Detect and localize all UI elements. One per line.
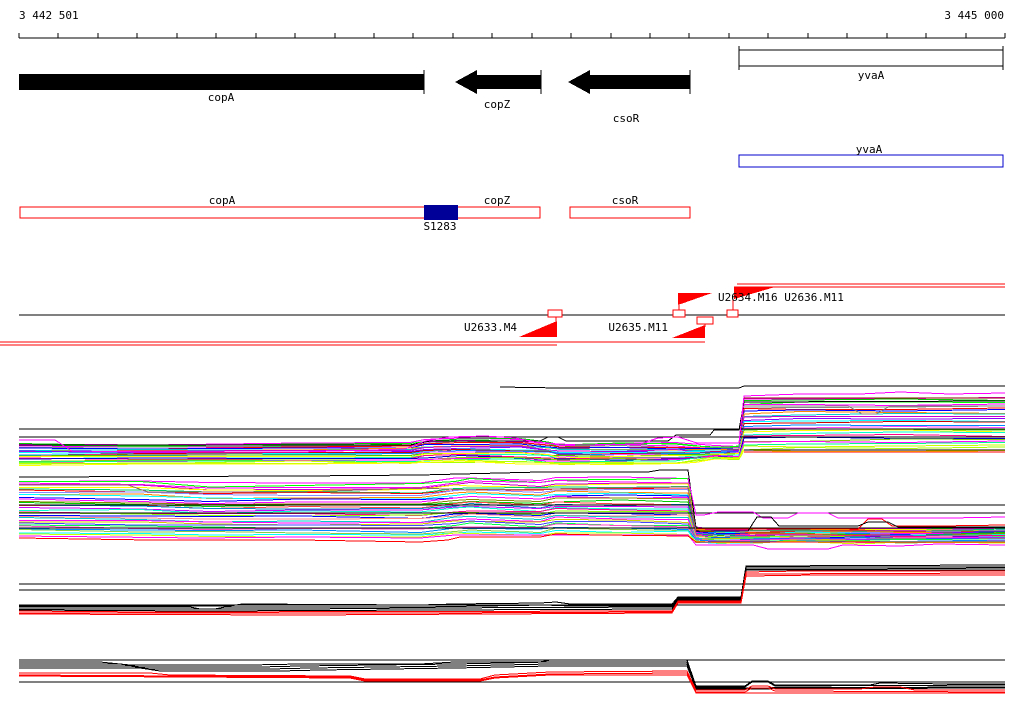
gene-copZ-arrowhead[interactable]: [455, 70, 477, 94]
expression-panel-4: [18, 659, 1006, 694]
shift-label-U2634-M16-U2636-M11: U2634.M16 U2636.M11: [718, 291, 844, 304]
expression-profile-line: [18, 674, 1005, 694]
U2634.M16-box[interactable]: [672, 309, 686, 318]
shift-label-U2633-M4: U2633.M4: [464, 321, 517, 334]
gene-csoR[interactable]: [590, 75, 690, 89]
gene-copZ[interactable]: [477, 75, 541, 89]
U2633.M4-box[interactable]: [547, 309, 563, 318]
U2636.M11-box[interactable]: [726, 309, 739, 318]
srna-S1283[interactable]: [424, 205, 458, 220]
gene-yvaA[interactable]: [738, 49, 1004, 67]
U2634.M16-wedge[interactable]: [678, 293, 712, 305]
ruler-start-coordinate: 3 442 501: [19, 9, 79, 22]
browser-canvas: [0, 33, 1006, 694]
gene-label-copZ: copZ: [483, 98, 511, 111]
gene-csoR-arrowhead[interactable]: [568, 70, 590, 94]
expression-profile-line: [499, 385, 1005, 389]
srna-label-S1283: S1283: [423, 220, 457, 233]
tu-label-copA: copA: [208, 194, 236, 207]
tu-label-csoR: csoR: [611, 194, 639, 207]
tu-copA-copZ[interactable]: [19, 206, 541, 219]
expression-profile-line: [18, 469, 1005, 529]
ruler-track: [18, 33, 1006, 39]
shift-label-U2635-M11: U2635.M11: [608, 321, 668, 334]
tu-csoR[interactable]: [569, 206, 691, 219]
gene-track: [19, 46, 1004, 94]
U2635.M11-box[interactable]: [696, 316, 714, 325]
shift-track: [0, 283, 1005, 346]
gene-label-csoR: csoR: [612, 112, 640, 125]
gene-label-copA: copA: [207, 91, 235, 104]
annotation-label-yvaA: yvaA: [855, 143, 883, 156]
annotation-yvaA[interactable]: [738, 154, 1004, 168]
U2635.M11-wedge[interactable]: [672, 325, 705, 338]
gene-copA[interactable]: [19, 74, 424, 90]
ruler-end-coordinate: 3 445 000: [944, 9, 1004, 22]
U2633.M4-wedge[interactable]: [519, 321, 557, 337]
gene-label-yvaA: yvaA: [857, 69, 885, 82]
expression-panel-2: [18, 469, 1006, 550]
expression-panel-1: [18, 385, 1006, 466]
transcription-unit-track: [19, 205, 691, 220]
genome-browser-view: 3 442 501 3 445 000 copA copZ csoR yvaA yvaA…: [0, 0, 1024, 714]
tu-label-copZ: copZ: [483, 194, 511, 207]
expression-panel-3: [18, 564, 1006, 616]
blue-annotation-track: [738, 154, 1004, 168]
expression-profile-line: [687, 477, 1006, 519]
